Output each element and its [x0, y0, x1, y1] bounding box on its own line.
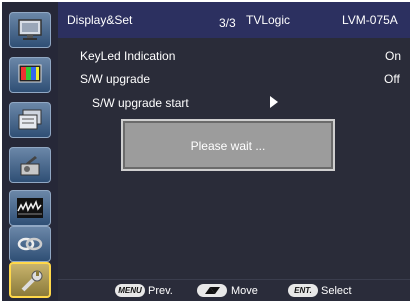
play-arrow-icon [270, 96, 278, 108]
color-picture-icon [18, 64, 42, 83]
wrench-icon [21, 270, 43, 292]
menu-item-value: Off [384, 72, 400, 86]
menu-key-icon: MENU [115, 284, 145, 297]
sidebar-item-picture[interactable] [9, 57, 51, 93]
please-wait-dialog: Please wait ... [121, 119, 335, 171]
sidebar-item-display[interactable] [9, 12, 51, 48]
footer-bar: MENU Prev. Move ENT. Select [58, 279, 410, 301]
waveform-icon [17, 198, 43, 218]
header-bar: Display&Set 3/3 TVLogic LVM-075A [58, 2, 410, 38]
select-label: Select [321, 285, 352, 297]
model-name: LVM-075A [342, 13, 398, 27]
prev-label: Prev. [148, 285, 173, 297]
up-down-key-icon [197, 284, 227, 297]
sidebar [2, 2, 58, 301]
sidebar-item-link[interactable] [9, 226, 51, 262]
menu-item-value: On [385, 49, 402, 63]
page-indicator: 3/3 [219, 16, 236, 30]
sidebar-item-audio[interactable] [9, 147, 51, 183]
brand-name: TVLogic [246, 13, 291, 27]
osd-frame: Display&Set 3/3 TVLogic LVM-075A KeyLed … [2, 2, 410, 301]
section-title: Display&Set [67, 13, 133, 27]
window-layout-icon [18, 109, 42, 130]
dialog-message: Please wait ... [190, 139, 266, 153]
menu-item-label: KeyLed Indication [80, 49, 176, 63]
sidebar-item-scope[interactable] [9, 190, 51, 226]
sidebar-item-window[interactable] [9, 102, 51, 138]
audio-speaker-icon [20, 156, 40, 176]
move-label: Move [231, 285, 258, 297]
sidebar-item-setup[interactable] [9, 262, 51, 298]
link-icon [17, 237, 43, 251]
monitor-icon [18, 19, 42, 40]
enter-key-icon: ENT. [288, 284, 318, 297]
submenu-item-label: S/W upgrade start [92, 96, 189, 110]
menu-item-label: S/W upgrade [80, 72, 151, 86]
